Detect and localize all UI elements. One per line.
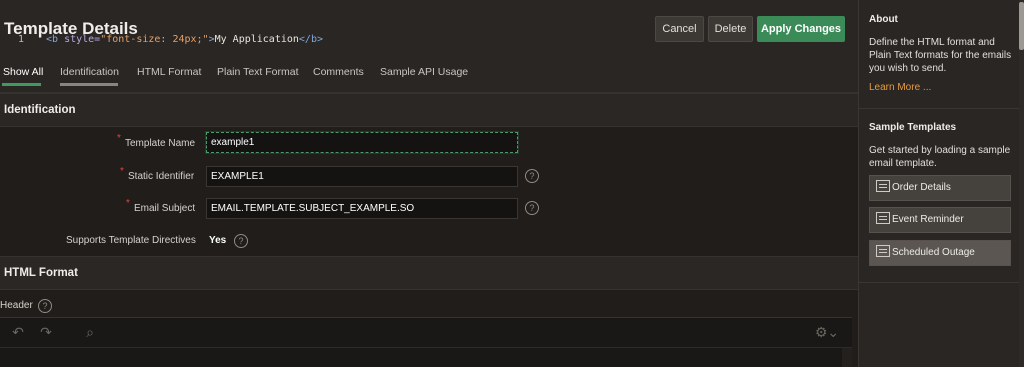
template-button-label: Event Reminder bbox=[892, 214, 964, 225]
code-text: My Application bbox=[214, 34, 299, 45]
email-subject-label: Email Subject bbox=[134, 203, 196, 214]
tab-hover-indicator bbox=[60, 83, 118, 86]
page-scrollbar[interactable] bbox=[1019, 0, 1024, 367]
tab-html-format[interactable]: HTML Format bbox=[137, 66, 201, 78]
help-icon[interactable]: ? bbox=[525, 169, 539, 183]
supports-directives-value: Yes bbox=[209, 235, 227, 246]
page-header: Template Details Cancel Delete Apply Cha… bbox=[0, 0, 858, 93]
code-end-tag: </b> bbox=[298, 34, 323, 45]
required-marker: * bbox=[126, 198, 130, 209]
tab-comments[interactable]: Comments bbox=[313, 66, 364, 78]
html-format-section-header: HTML Format bbox=[0, 256, 858, 290]
editor-scrollbar[interactable] bbox=[842, 348, 852, 367]
cancel-button[interactable]: Cancel bbox=[655, 16, 704, 42]
search-icon[interactable]: ⌕ bbox=[82, 324, 98, 340]
static-identifier-input[interactable]: EXAMPLE1 bbox=[206, 166, 518, 187]
code-open-tag: <b bbox=[46, 34, 59, 45]
learn-more-link[interactable]: Learn More ... bbox=[869, 82, 931, 93]
help-icon[interactable]: ? bbox=[234, 234, 248, 248]
template-button-label: Scheduled Outage bbox=[892, 247, 975, 258]
help-sidebar: About Define the HTML format and Plain T… bbox=[858, 0, 1020, 367]
tab-sample-api-usage[interactable]: Sample API Usage bbox=[380, 66, 468, 78]
divider bbox=[859, 282, 1020, 283]
event-reminder-template-button[interactable]: Event Reminder bbox=[869, 207, 1011, 233]
undo-icon[interactable]: ↶ bbox=[10, 324, 26, 340]
section-title: HTML Format bbox=[4, 267, 78, 279]
static-identifier-label: Static Identifier bbox=[128, 171, 195, 182]
active-tab-indicator bbox=[2, 83, 41, 86]
section-title: Identification bbox=[4, 104, 76, 116]
about-title: About bbox=[869, 14, 898, 25]
tab-show-all[interactable]: Show All bbox=[3, 66, 43, 78]
line-gutter bbox=[0, 348, 38, 367]
sample-templates-text: Get started by loading a sample email te… bbox=[869, 145, 1011, 169]
code-attribute: style= bbox=[64, 34, 101, 45]
settings-icon[interactable]: ⚙⌄ bbox=[814, 324, 840, 340]
line-number: 1 bbox=[18, 34, 25, 45]
redo-icon[interactable]: ↷ bbox=[38, 324, 54, 340]
scrollbar-thumb[interactable] bbox=[1019, 2, 1024, 50]
template-button-label: Order Details bbox=[892, 182, 951, 193]
code-string: "font-size: 24px;" bbox=[100, 34, 209, 45]
code-line[interactable]: <b style="font-size: 24px;">My Applicati… bbox=[46, 34, 323, 45]
required-marker: * bbox=[120, 166, 124, 177]
template-icon bbox=[876, 180, 890, 192]
section-tabs: Show All Identification HTML Format Plai… bbox=[0, 62, 858, 86]
help-icon[interactable]: ? bbox=[525, 201, 539, 215]
header-label: Header bbox=[0, 300, 33, 311]
tab-plain-text-format[interactable]: Plain Text Format bbox=[217, 66, 299, 78]
tab-identification[interactable]: Identification bbox=[60, 66, 119, 78]
sample-templates-title: Sample Templates bbox=[869, 122, 957, 133]
template-name-input[interactable]: example1 bbox=[205, 131, 519, 154]
apply-changes-button[interactable]: Apply Changes bbox=[757, 16, 845, 42]
template-icon bbox=[876, 245, 890, 257]
required-marker: * bbox=[117, 133, 121, 144]
help-icon[interactable]: ? bbox=[38, 299, 52, 313]
identification-section-header: Identification bbox=[0, 93, 858, 127]
editor-toolbar: ↶ ↷ ⌕ ⚙⌄ bbox=[0, 318, 852, 348]
order-details-template-button[interactable]: Order Details bbox=[869, 175, 1011, 201]
template-icon bbox=[876, 212, 890, 224]
delete-button[interactable]: Delete bbox=[708, 16, 753, 42]
template-name-label: Template Name bbox=[125, 138, 196, 149]
email-subject-input[interactable]: EMAIL.TEMPLATE.SUBJECT_EXAMPLE.SO bbox=[206, 198, 518, 219]
about-text: Define the HTML format and Plain Text fo… bbox=[869, 37, 1012, 74]
main-content: Template Details Cancel Delete Apply Cha… bbox=[0, 0, 858, 367]
scheduled-outage-template-button[interactable]: Scheduled Outage bbox=[869, 240, 1011, 266]
code-editor[interactable]: ↶ ↷ ⌕ ⚙⌄ bbox=[0, 317, 852, 367]
supports-directives-label: Supports Template Directives bbox=[66, 235, 196, 246]
divider bbox=[859, 108, 1020, 109]
